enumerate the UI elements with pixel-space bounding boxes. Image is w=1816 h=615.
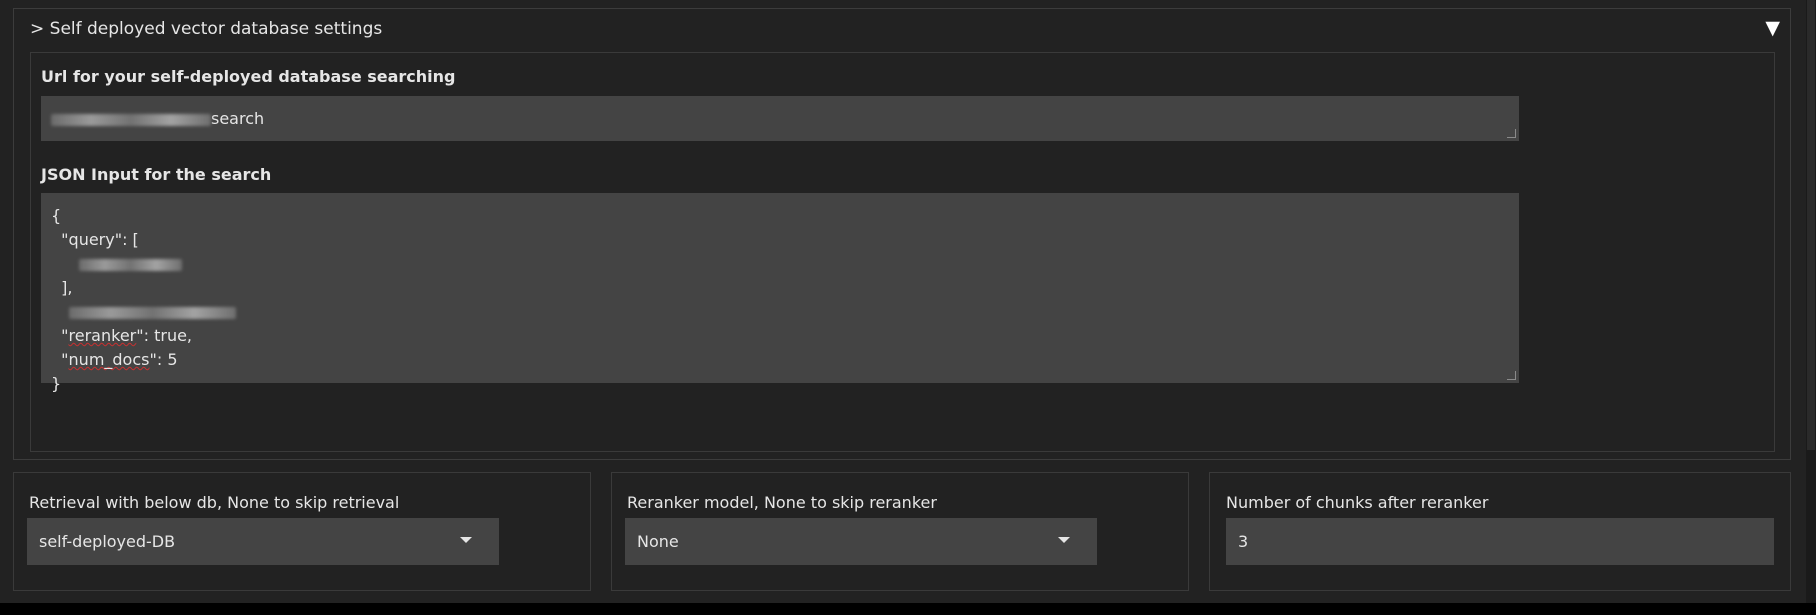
json-close-brace: } [51,374,62,393]
json-reranker-line: "reranker": true, [51,326,193,345]
num-docs-key: num_docs [68,350,150,369]
json-field-label: JSON Input for the search [41,165,272,184]
url-value-suffix: search [211,109,265,128]
reranker-card: Reranker model, None to skip reranker No… [611,472,1189,591]
reranker-value: None [637,532,679,551]
app-window: > Self deployed vector database settings… [0,0,1806,603]
reranker-key: reranker [68,326,137,345]
json-num-docs-line: "num_docs": 5 [51,350,178,369]
settings-panel: Url for your self-deployed database sear… [30,52,1775,452]
num-docs-value: : 5 [156,350,178,369]
redacted-query-text [79,258,182,271]
chevron-down-icon [460,537,472,543]
resize-grip-icon[interactable] [1507,129,1516,138]
url-input[interactable]: search [41,96,1519,141]
vertical-scrollbar[interactable] [1806,0,1816,603]
chunks-label: Number of chunks after reranker [1226,493,1489,512]
json-input[interactable]: { "query": [ ], "reranker": true, "num_d… [41,193,1519,393]
retrieval-db-select[interactable]: self-deployed-DB [27,518,499,565]
chunks-card: Number of chunks after reranker 3 [1209,472,1791,591]
scrollbar-thumb[interactable] [1807,0,1815,450]
chunks-input[interactable]: 3 [1226,518,1774,565]
retrieval-db-value: self-deployed-DB [39,532,176,551]
url-field-label: Url for your self-deployed database sear… [41,67,456,86]
reranker-value: : true, [143,326,193,345]
accordion-title[interactable]: > Self deployed vector database settings [30,19,382,39]
retrieval-db-label: Retrieval with below db, None to skip re… [29,493,400,512]
reranker-select[interactable]: None [625,518,1097,565]
vector-db-settings-accordion: > Self deployed vector database settings… [13,8,1791,460]
json-open-brace: { [51,206,62,225]
reranker-label: Reranker model, None to skip reranker [627,493,937,512]
retrieval-db-card: Retrieval with below db, None to skip re… [13,472,591,591]
redacted-json-field [69,306,236,319]
redacted-url-prefix [51,113,211,126]
chevron-down-icon [1058,537,1070,543]
json-redacted-line [51,300,1519,324]
json-query-value [51,252,1519,276]
json-query-key: "query": [ [51,230,139,249]
resize-grip-icon[interactable] [1507,371,1516,380]
chunks-value: 3 [1238,532,1249,551]
json-close-bracket: ], [51,278,73,297]
collapse-toggle-icon[interactable]: ▼ [1765,17,1780,39]
